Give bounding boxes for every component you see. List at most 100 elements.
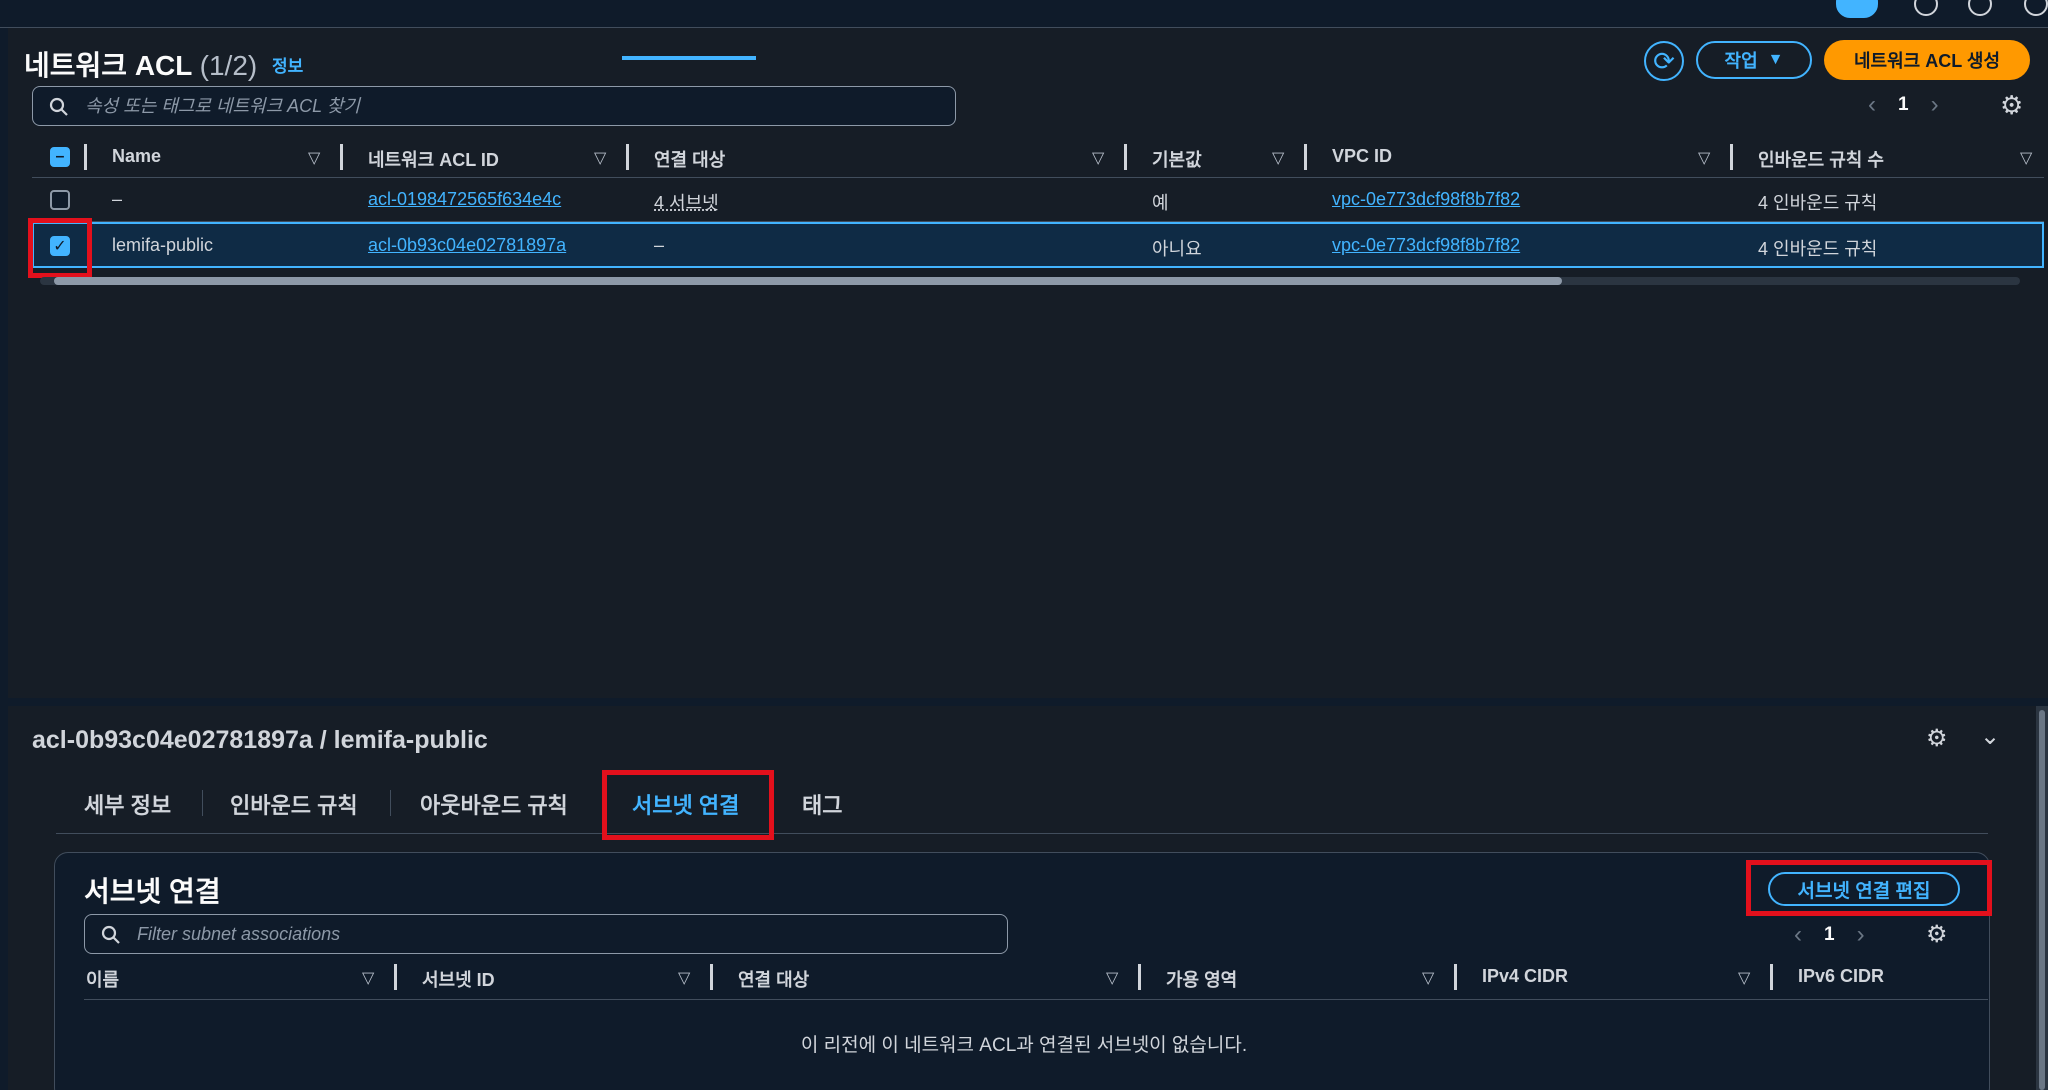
actions-label: 작업 bbox=[1724, 51, 1758, 71]
top-nav-bar bbox=[0, 0, 2048, 28]
cell-associated[interactable]: 4 서브넷 bbox=[654, 189, 719, 215]
acl-list-panel bbox=[8, 28, 2048, 698]
sort-icon[interactable]: ▽ bbox=[1698, 148, 1710, 168]
page-title-text: 네트워크 ACL bbox=[24, 50, 192, 81]
tab-separator bbox=[202, 790, 203, 816]
acl-search-input[interactable] bbox=[85, 91, 935, 121]
column-separator[interactable] bbox=[710, 964, 713, 990]
info-link[interactable]: 정보 bbox=[272, 52, 303, 77]
sort-icon[interactable]: ▽ bbox=[1272, 148, 1284, 168]
sort-icon[interactable]: ▽ bbox=[1106, 968, 1118, 988]
gear-icon[interactable]: ⚙ bbox=[1926, 920, 1948, 949]
column-separator[interactable] bbox=[340, 144, 343, 170]
column-separator[interactable] bbox=[626, 144, 629, 170]
search-icon bbox=[101, 925, 120, 944]
tab-inbound-rules[interactable]: 인바운드 규칙 bbox=[230, 788, 358, 820]
gear-icon[interactable]: ⚙ bbox=[1926, 724, 1948, 753]
column-separator[interactable] bbox=[1770, 964, 1773, 990]
list-pagination: ‹ 1 › bbox=[1868, 90, 1939, 120]
col-ipv6-header[interactable]: IPv6 CIDR bbox=[1798, 966, 1884, 987]
column-separator bbox=[84, 144, 87, 170]
scrollbar-thumb[interactable] bbox=[54, 277, 1562, 285]
column-separator[interactable] bbox=[1124, 144, 1127, 170]
sort-icon[interactable]: ▽ bbox=[2020, 148, 2032, 168]
cloudshell-icon[interactable] bbox=[1836, 0, 1878, 18]
column-separator[interactable] bbox=[1730, 144, 1733, 170]
refresh-button[interactable]: ⟳ bbox=[1644, 41, 1684, 81]
col-subnet-id-header[interactable]: 서브넷 ID bbox=[422, 966, 495, 992]
active-tab-indicator bbox=[622, 56, 756, 60]
sort-icon[interactable]: ▽ bbox=[308, 148, 320, 168]
create-acl-button[interactable]: 네트워크 ACL 생성 bbox=[1824, 40, 2030, 80]
section-title: 서브넷 연결 bbox=[84, 876, 221, 907]
cell-vpc-id-link[interactable]: vpc-0e773dcf98f8b7f82 bbox=[1332, 189, 1520, 210]
cell-default: 아니요 bbox=[1152, 239, 1202, 259]
cell-vpc-id-link[interactable]: vpc-0e773dcf98f8b7f82 bbox=[1332, 235, 1520, 256]
column-separator[interactable] bbox=[1138, 964, 1141, 990]
chevron-down-icon[interactable]: ⌄ bbox=[1980, 722, 2000, 751]
highlight-box-tab bbox=[602, 770, 774, 840]
actions-dropdown[interactable]: 작업 ▼ bbox=[1696, 41, 1812, 79]
prev-page-icon[interactable]: ‹ bbox=[1868, 91, 1876, 119]
row-checkbox[interactable] bbox=[50, 190, 70, 210]
scrollbar-thumb[interactable] bbox=[2039, 710, 2045, 1090]
next-page-icon[interactable]: › bbox=[1857, 921, 1865, 949]
subnet-pagination: ‹ 1 › bbox=[1794, 920, 1865, 950]
search-icon bbox=[49, 97, 68, 116]
cell-acl-id-link[interactable]: acl-0b93c04e02781897a bbox=[368, 235, 566, 256]
highlight-box-edit bbox=[1746, 860, 1992, 916]
column-separator[interactable] bbox=[1304, 144, 1307, 170]
settings-icon[interactable] bbox=[1968, 0, 1992, 16]
vertical-scrollbar[interactable] bbox=[2036, 706, 2048, 1090]
next-page-icon[interactable]: › bbox=[1931, 91, 1939, 119]
col-az-header[interactable]: 가용 영역 bbox=[1166, 966, 1237, 992]
sort-icon[interactable]: ▽ bbox=[678, 968, 690, 988]
highlight-box-checkbox bbox=[28, 218, 92, 278]
subnet-filter-input[interactable] bbox=[137, 919, 987, 949]
col-default-header[interactable]: 기본값 bbox=[1152, 146, 1202, 172]
column-separator[interactable] bbox=[1454, 964, 1457, 990]
col-name-header[interactable]: 이름 bbox=[86, 966, 119, 992]
empty-state-message: 이 리전에 이 네트워크 ACL과 연결된 서브넷이 없습니다. bbox=[800, 1035, 1248, 1056]
selection-count: (1/2) bbox=[199, 50, 258, 81]
horizontal-scrollbar[interactable] bbox=[40, 275, 2040, 287]
gear-icon[interactable]: ⚙ bbox=[2000, 90, 2023, 121]
cell-name: lemifa-public bbox=[112, 235, 214, 255]
panel-splitter[interactable] bbox=[8, 698, 2048, 706]
select-all-checkbox[interactable]: – bbox=[50, 147, 70, 167]
cell-acl-id-link[interactable]: acl-0198472565f634e4c bbox=[368, 189, 561, 210]
tab-details[interactable]: 세부 정보 bbox=[84, 788, 171, 820]
current-page[interactable]: 1 bbox=[1824, 924, 1835, 946]
refresh-icon: ⟳ bbox=[1653, 45, 1675, 76]
col-inbound-header[interactable]: 인바운드 규칙 수 bbox=[1758, 146, 1884, 172]
tab-tags[interactable]: 태그 bbox=[802, 788, 842, 820]
detail-tabs: 세부 정보 인바운드 규칙 아웃바운드 규칙 서브넷 연결 태그 bbox=[56, 772, 1988, 834]
col-vpc-id-header[interactable]: VPC ID bbox=[1332, 146, 1392, 167]
tab-outbound-rules[interactable]: 아웃바운드 규칙 bbox=[420, 788, 568, 820]
col-name-header[interactable]: Name bbox=[112, 146, 161, 167]
help-icon[interactable] bbox=[1914, 0, 1938, 16]
acl-table-header: – Name ▽ 네트워크 ACL ID ▽ 연결 대상 ▽ 기본값 ▽ VPC… bbox=[32, 140, 2044, 178]
acl-search-box bbox=[32, 86, 956, 126]
sort-icon[interactable]: ▽ bbox=[362, 968, 374, 988]
col-ipv4-header[interactable]: IPv4 CIDR bbox=[1482, 966, 1568, 987]
left-edge bbox=[0, 28, 8, 1090]
col-acl-id-header[interactable]: 네트워크 ACL ID bbox=[368, 146, 499, 172]
sort-icon[interactable]: ▽ bbox=[1422, 968, 1434, 988]
detail-title: acl-0b93c04e02781897a / lemifa-public bbox=[32, 726, 488, 754]
sort-icon[interactable]: ▽ bbox=[1738, 968, 1750, 988]
table-row-selected[interactable]: ✓ lemifa-public acl-0b93c04e02781897a – … bbox=[32, 222, 2044, 268]
column-separator[interactable] bbox=[394, 964, 397, 990]
subnet-table-header: 이름 ▽ 서브넷 ID ▽ 연결 대상 ▽ 가용 영역 ▽ IPv4 CIDR … bbox=[84, 960, 1988, 1000]
col-associated-header[interactable]: 연결 대상 bbox=[654, 146, 725, 172]
table-row[interactable]: – acl-0198472565f634e4c 4 서브넷 예 vpc-0e77… bbox=[32, 178, 2044, 222]
current-page[interactable]: 1 bbox=[1898, 94, 1909, 116]
cell-associated: – bbox=[654, 235, 665, 255]
prev-page-icon[interactable]: ‹ bbox=[1794, 921, 1802, 949]
col-associated-header[interactable]: 연결 대상 bbox=[738, 966, 809, 992]
account-icon[interactable] bbox=[2024, 0, 2048, 16]
sort-icon[interactable]: ▽ bbox=[1092, 148, 1104, 168]
cell-inbound: 4 인바운드 규칙 bbox=[1758, 239, 1878, 259]
sort-icon[interactable]: ▽ bbox=[594, 148, 606, 168]
caret-down-icon: ▼ bbox=[1767, 51, 1784, 68]
